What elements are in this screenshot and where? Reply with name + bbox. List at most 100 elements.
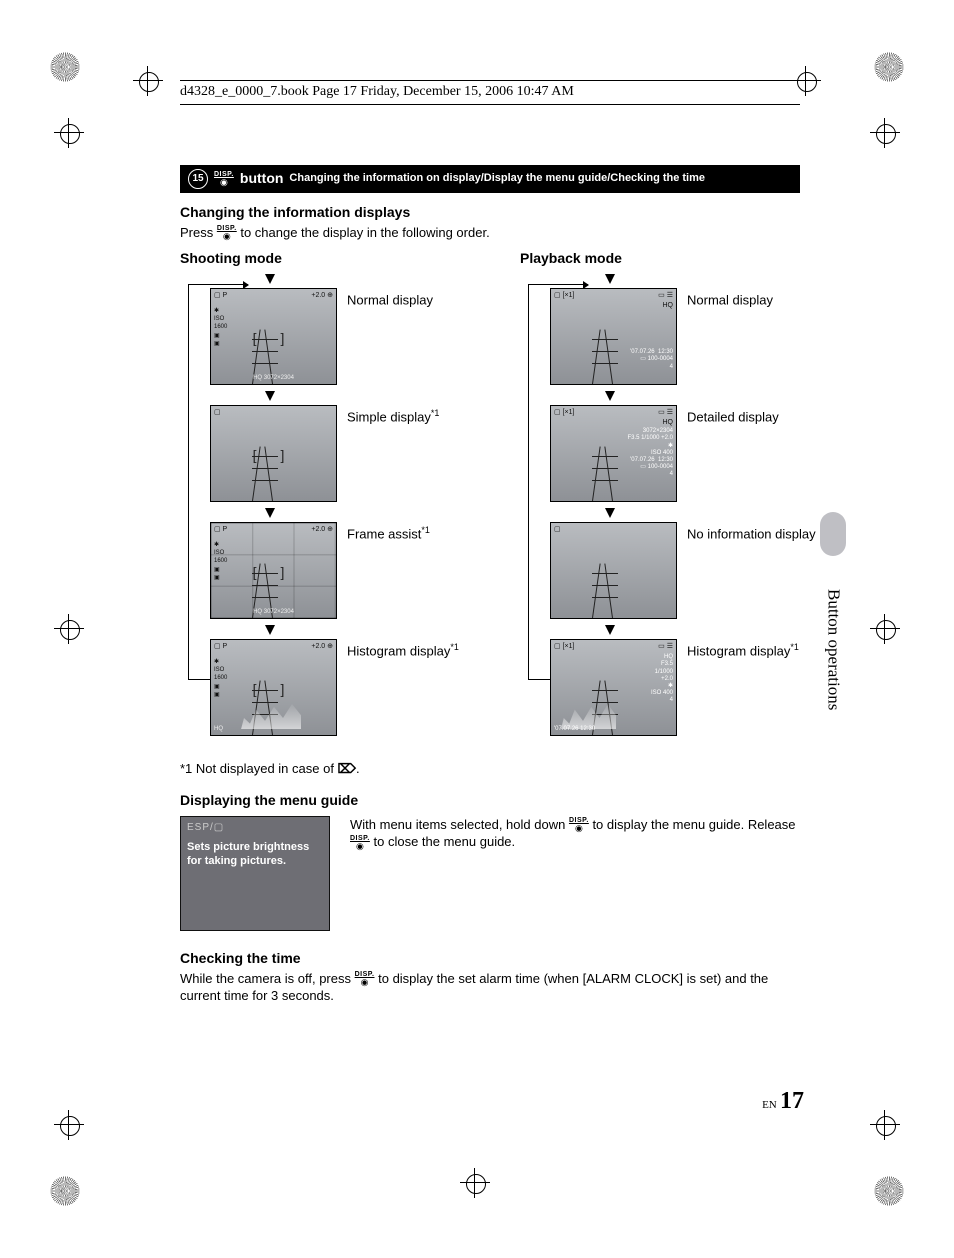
- menu-text-a: With menu items selected, hold down: [350, 817, 569, 832]
- book-header-text: d4328_e_0000_7.book Page 17 Friday, Dece…: [180, 84, 574, 99]
- step-label: Normal display: [347, 293, 433, 308]
- section-description: Changing the information on display/Disp…: [289, 171, 705, 186]
- disp-button-icon: DISP.◉: [355, 971, 375, 987]
- lcd-top-left: ▢ [×1]: [554, 408, 574, 427]
- menu-guide-top: ESP/▢: [187, 821, 323, 834]
- section-button-word: button: [240, 169, 284, 188]
- book-header: d4328_e_0000_7.book Page 17 Friday, Dece…: [180, 80, 800, 105]
- side-tab-pill: [820, 512, 846, 556]
- playback-step-detailed: ▢ [×1] ▭ ☰ HQ 3072×2304 F3.5 1/1000 +2.0 …: [550, 405, 820, 502]
- disp-button-icon: DISP.◉: [217, 225, 237, 241]
- lcd-top-left: ▢ P: [214, 642, 227, 651]
- shooting-mode-title: Shooting mode: [180, 249, 480, 268]
- heading-checking-time: Checking the time: [180, 949, 800, 968]
- disp-button-icon: DISP.◉: [350, 835, 370, 851]
- lcd-left-icons: ✱ ISO 1600 ▣ ▣: [214, 658, 227, 698]
- lcd-bottom-text: HQ 3072×2304: [214, 374, 333, 382]
- shooting-step-normal: ▢ P+2.0 ⊕ ✱ ISO 1600 ▣ ▣ [ ] HQ 3072×230…: [210, 288, 480, 385]
- step-label: Simple display: [347, 410, 431, 425]
- time-text-a: While the camera is off, press: [180, 971, 355, 986]
- lcd-top-right: +2.0 ⊕: [311, 525, 333, 534]
- lcd-top-left: ▢ P: [214, 291, 227, 300]
- crop-ornament: [872, 50, 906, 84]
- crop-ornament: [872, 1174, 906, 1208]
- crop-ornament: [48, 50, 82, 84]
- press-suffix: to change the display in the following o…: [237, 225, 490, 240]
- lcd-preview: ▢: [550, 522, 677, 619]
- lcd-top-left: ▢: [214, 408, 221, 417]
- lcd-top-left: ▢: [554, 525, 561, 534]
- lcd-top-left: ▢ P: [214, 525, 227, 534]
- registration-mark: [54, 118, 84, 148]
- step-sup: *1: [431, 408, 440, 418]
- menu-text-c: to close the menu guide.: [370, 834, 515, 849]
- registration-mark: [133, 66, 163, 96]
- step-label: Normal display: [687, 293, 773, 308]
- cycle-return-line: [188, 284, 189, 680]
- step-sup: *1: [790, 642, 799, 652]
- lcd-top-left: ▢ [×1]: [554, 642, 574, 651]
- step-label: Frame assist: [347, 527, 421, 542]
- lcd-preview: ▢ [×1] ▭ ☰ HQ 3072×2304 F3.5 1/1000 +2.0 …: [550, 405, 677, 502]
- crop-ornament: [48, 1174, 82, 1208]
- arrow-down-icon: [605, 274, 615, 284]
- lcd-top-right: +2.0 ⊕: [311, 291, 333, 300]
- page-num: 17: [780, 1088, 804, 1114]
- shooting-step-simple: ▢ [ ] Simple display*1: [210, 405, 480, 502]
- lcd-right-info: '07.07.26 12:30 ▭ 100-0004 4: [630, 349, 673, 371]
- ladder-graphic: [586, 329, 620, 384]
- arrow-down-icon: [605, 625, 615, 635]
- page-number: EN 17: [762, 1085, 804, 1117]
- lcd-right-info: 3072×2304 F3.5 1/1000 +2.0 ✱ ISO 400 '07…: [627, 428, 673, 478]
- shooting-step-histogram: ▢ P+2.0 ⊕ ✱ ISO 1600 ▣ ▣ [ ] HQ Histogra…: [210, 639, 480, 736]
- press-prefix: Press: [180, 225, 217, 240]
- shooting-mode-column: Shooting mode ▢ P+2.0 ⊕ ✱ ISO 1600 ▣ ▣ […: [180, 249, 480, 742]
- lcd-top-right: ▭ ☰ HQ: [658, 408, 673, 427]
- ladder-graphic: [586, 446, 620, 501]
- footnote: *1 Not displayed in case of ⌦.: [180, 760, 800, 778]
- heading-changing-displays: Changing the information displays: [180, 203, 800, 222]
- step-label: Histogram display: [687, 644, 790, 659]
- arrow-down-icon: [265, 625, 275, 635]
- lcd-preview: ▢ [×1] ▭ ☰ HQ '07.07.26 12:30 ▭ 100-0004 …: [550, 288, 677, 385]
- registration-mark: [870, 118, 900, 148]
- cycle-return-arrow: [188, 284, 248, 285]
- menu-guide-preview: ESP/▢ Sets picture brightness for taking…: [180, 816, 330, 931]
- lcd-left-icons: ✱ ISO 1600 ▣ ▣: [214, 307, 227, 347]
- side-tab-label: Button operations: [822, 589, 845, 710]
- time-text: While the camera is off, press DISP.◉ to…: [180, 970, 800, 1005]
- registration-mark: [870, 1110, 900, 1140]
- press-instruction: Press DISP.◉ to change the display in th…: [180, 224, 800, 242]
- lcd-bottom-text: HQ: [214, 725, 333, 733]
- cycle-return-arrow: [528, 284, 588, 285]
- registration-mark: [870, 614, 900, 644]
- menu-guide-text: With menu items selected, hold down DISP…: [350, 816, 800, 851]
- step-label: Detailed display: [687, 410, 779, 425]
- ladder-graphic: [246, 446, 280, 501]
- heading-menu-guide: Displaying the menu guide: [180, 791, 800, 810]
- lcd-bottom-text: HQ 3072×2304: [214, 608, 333, 616]
- movie-icon: ⌦: [338, 761, 356, 776]
- arrow-down-icon: [265, 391, 275, 401]
- arrow-down-icon: [265, 274, 275, 284]
- lcd-top-right: ▭ ☰ HQ: [658, 291, 673, 310]
- footnote-end: .: [356, 761, 360, 776]
- lcd-top-right: +2.0 ⊕: [311, 642, 333, 651]
- footnote-text: *1 Not displayed in case of: [180, 761, 338, 776]
- step-label: Histogram display: [347, 644, 450, 659]
- section-number-icon: 15: [188, 169, 208, 189]
- arrow-down-icon: [605, 391, 615, 401]
- lcd-left-icons: ✱ ISO 1600 ▣ ▣: [214, 541, 227, 581]
- lcd-preview: ▢ [ ]: [210, 405, 337, 502]
- step-sup: *1: [421, 525, 430, 535]
- step-label: No information display: [687, 527, 816, 542]
- cycle-return-line: [528, 284, 529, 680]
- menu-text-b: to display the menu guide. Release: [589, 817, 796, 832]
- playback-mode-column: Playback mode ▢ [×1]▭ ☰ HQ '07.07.26 12:…: [520, 249, 820, 742]
- arrow-down-icon: [605, 508, 615, 518]
- lcd-top-left: ▢ [×1]: [554, 291, 574, 310]
- lcd-bottom-text: '07.07.26 12:30: [554, 725, 673, 733]
- lcd-preview: ▢ P+2.0 ⊕ ✱ ISO 1600 ▣ ▣ [ ] HQ: [210, 639, 337, 736]
- menu-guide-main: Sets picture brightness for taking pictu…: [187, 840, 323, 869]
- lcd-top-right: ▭ ☰: [658, 642, 673, 651]
